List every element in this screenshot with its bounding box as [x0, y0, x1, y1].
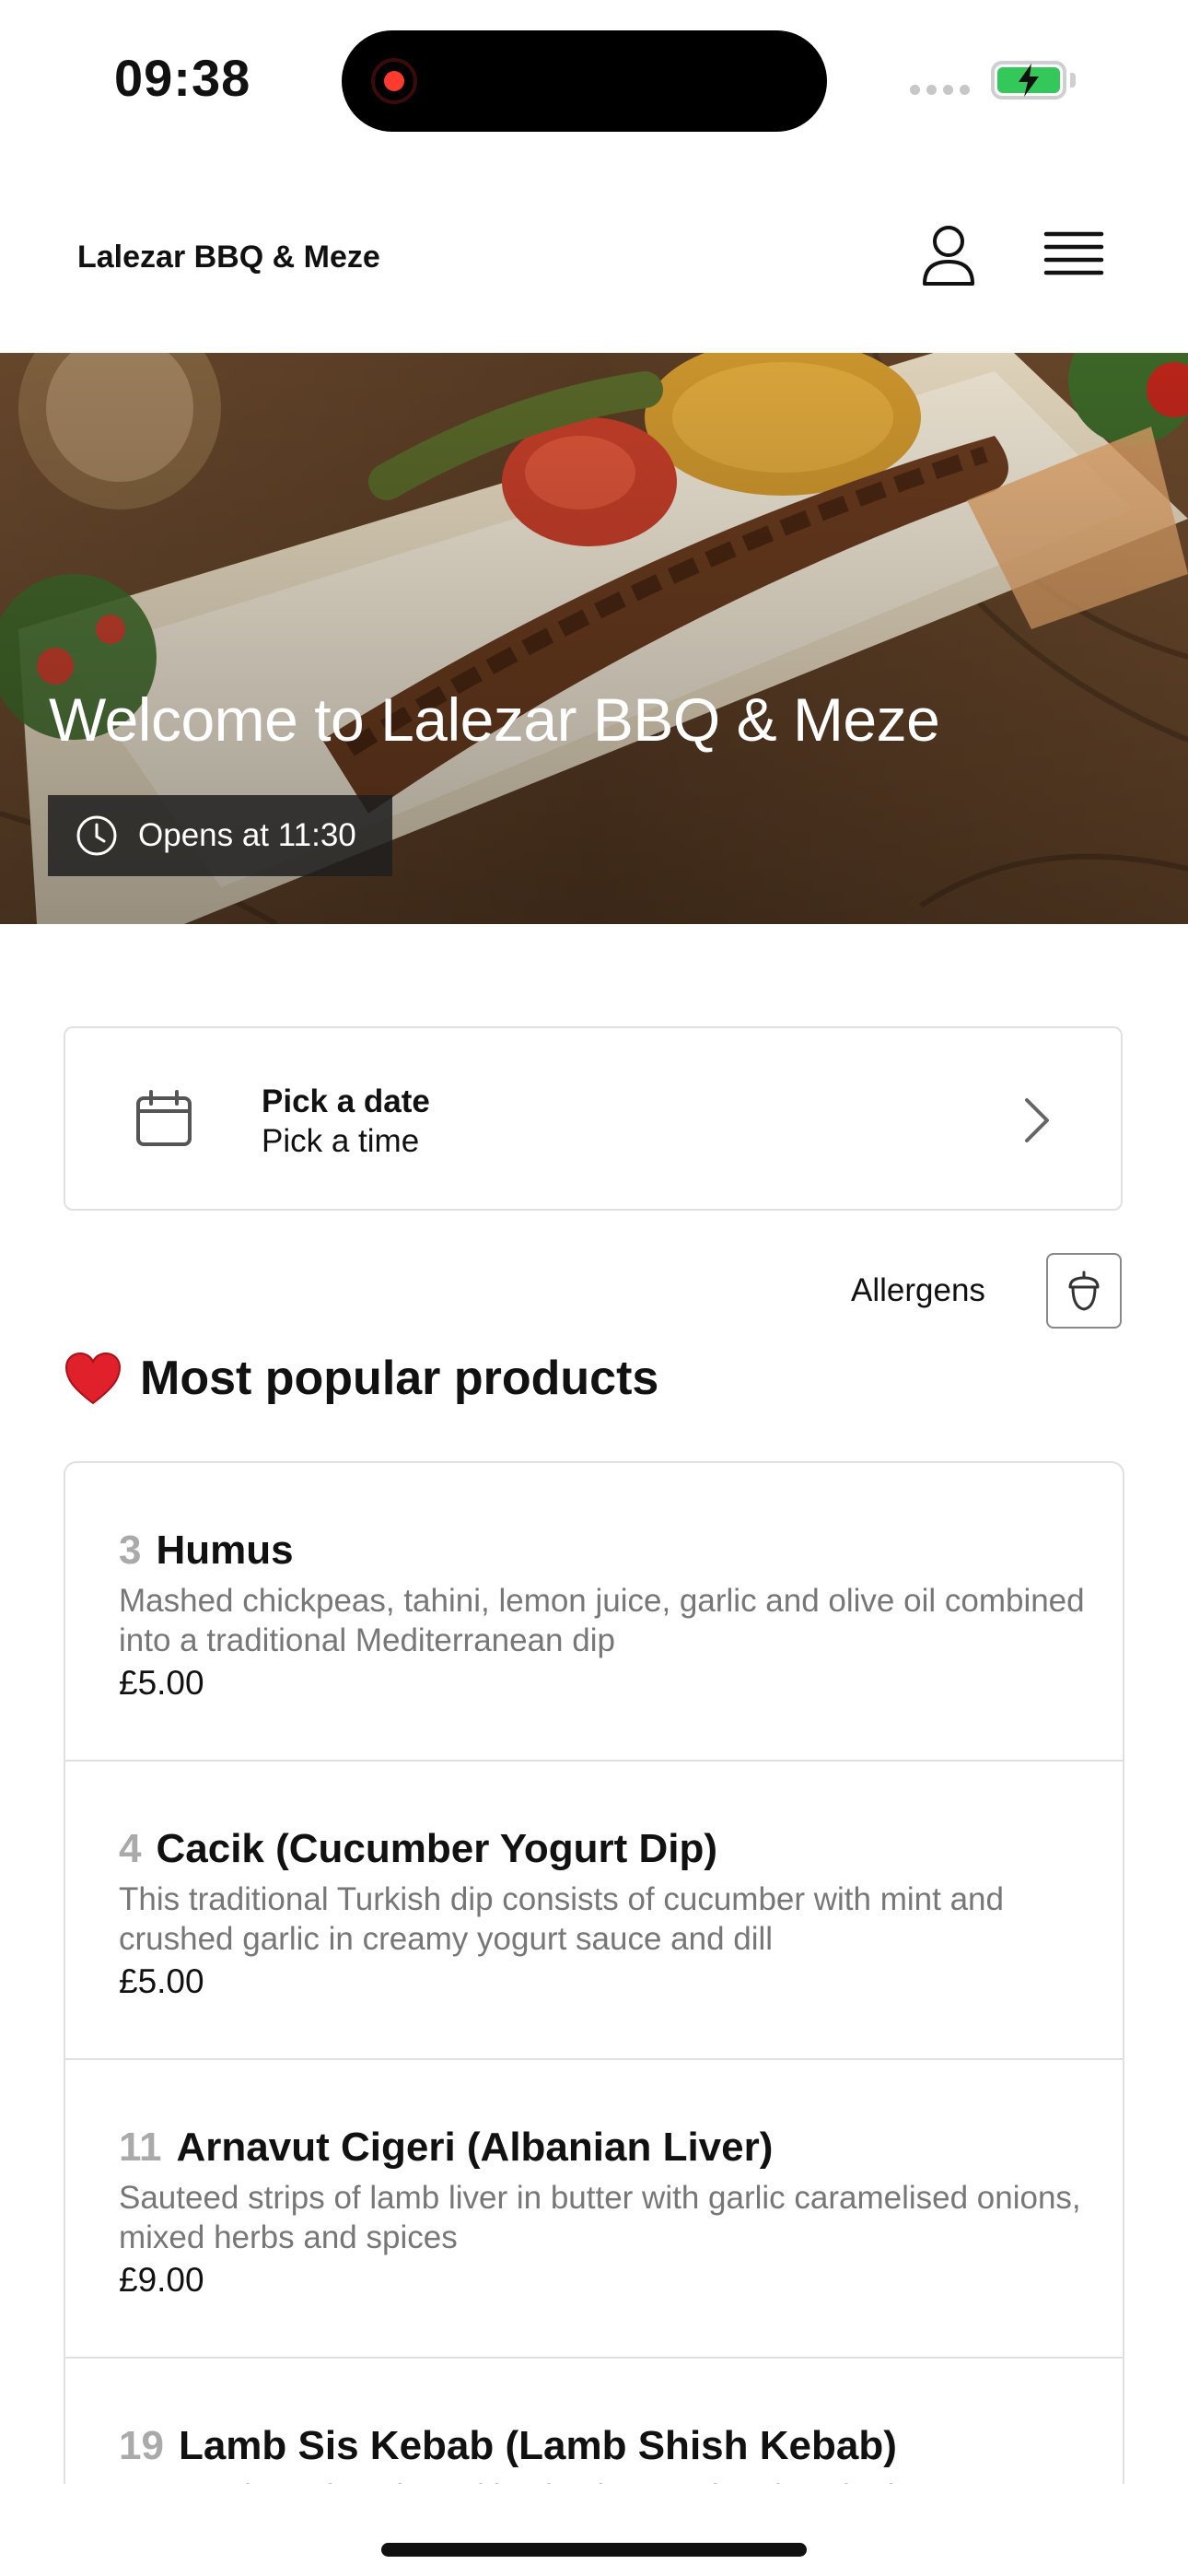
product-name: Arnavut Cigeri (Albanian Liver)	[176, 2125, 774, 2170]
product-name: Cacik (Cucumber Yogurt Dip)	[156, 1826, 718, 1871]
user-icon	[923, 226, 974, 286]
product-description: Sauteed strips of lamb liver in butter w…	[119, 2180, 1081, 2255]
date-time-picker[interactable]: Pick a date Pick a time	[64, 1026, 1123, 1211]
menu-button[interactable]	[1041, 223, 1107, 289]
product-name: Humus	[156, 1528, 294, 1573]
pick-time-label: Pick a time	[262, 1123, 420, 1159]
product-number: 3	[119, 1528, 142, 1573]
product-description: Large cubes of marinated lamb, skewered …	[119, 2476, 1086, 2484]
product-number: 11	[119, 2125, 162, 2170]
home-indicator[interactable]	[381, 2543, 807, 2557]
product-name: Lamb Sis Kebab (Lamb Shish Kebab)	[178, 2423, 897, 2468]
product-card[interactable]: 3 Humus Mashed chickpeas, tahini, lemon j…	[65, 1463, 1123, 1762]
chevron-right-icon	[1025, 1098, 1049, 1142]
opening-time-text: Opens at 11:30	[138, 817, 356, 853]
pick-date-label: Pick a date	[262, 1083, 430, 1119]
recording-indicator-icon	[371, 58, 417, 104]
account-button[interactable]	[912, 219, 985, 293]
product-price: £5.00	[119, 1962, 204, 2000]
product-price: £9.00	[119, 2261, 204, 2299]
status-time: 09:38	[114, 49, 251, 107]
restaurant-name[interactable]: Lalezar BBQ & Meze	[77, 240, 380, 275]
product-card[interactable]: 19 Lamb Sis Kebab (Lamb Shish Kebab) Larg…	[65, 2359, 1123, 2484]
clock-icon	[76, 815, 117, 856]
allergens-label: Allergens	[851, 1272, 985, 1308]
opening-hours-badge: Opens at 11:30	[48, 795, 392, 876]
product-number: 4	[119, 1826, 142, 1871]
hero-title: Welcome to Lalezar BBQ & Meze	[49, 685, 940, 754]
hamburger-menu-icon	[1043, 231, 1104, 275]
product-description: Mashed chickpeas, tahini, lemon juice, g…	[119, 1583, 1085, 1658]
heart-icon	[64, 1352, 122, 1405]
popular-section-title: Most popular products	[140, 1352, 659, 1405]
app-header: Lalezar BBQ & Meze	[0, 166, 1188, 353]
battery-cap	[1070, 73, 1076, 88]
battery-charging-icon	[991, 61, 1066, 100]
dynamic-island	[342, 30, 827, 132]
calendar-icon	[136, 1090, 192, 1146]
popular-products-list: 3 Humus Mashed chickpeas, tahini, lemon j…	[64, 1461, 1124, 2484]
status-bar: 09:38	[0, 0, 1188, 166]
acorn-icon	[1068, 1270, 1100, 1311]
product-number: 19	[119, 2423, 164, 2468]
popular-section-heading: Most popular products	[64, 1351, 658, 1406]
product-card[interactable]: 4 Cacik (Cucumber Yogurt Dip) This tradit…	[65, 1762, 1123, 2060]
hero-banner: Welcome to Lalezar BBQ & Meze Opens at 1…	[0, 353, 1188, 924]
allergens-filter-button[interactable]	[1046, 1253, 1122, 1329]
product-price: £5.00	[119, 1664, 204, 1702]
cellular-signal-icon	[910, 85, 970, 95]
product-card[interactable]: 11 Arnavut Cigeri (Albanian Liver) Sautee…	[65, 2060, 1123, 2359]
product-description: This traditional Turkish dip consists of…	[119, 1881, 1004, 1957]
